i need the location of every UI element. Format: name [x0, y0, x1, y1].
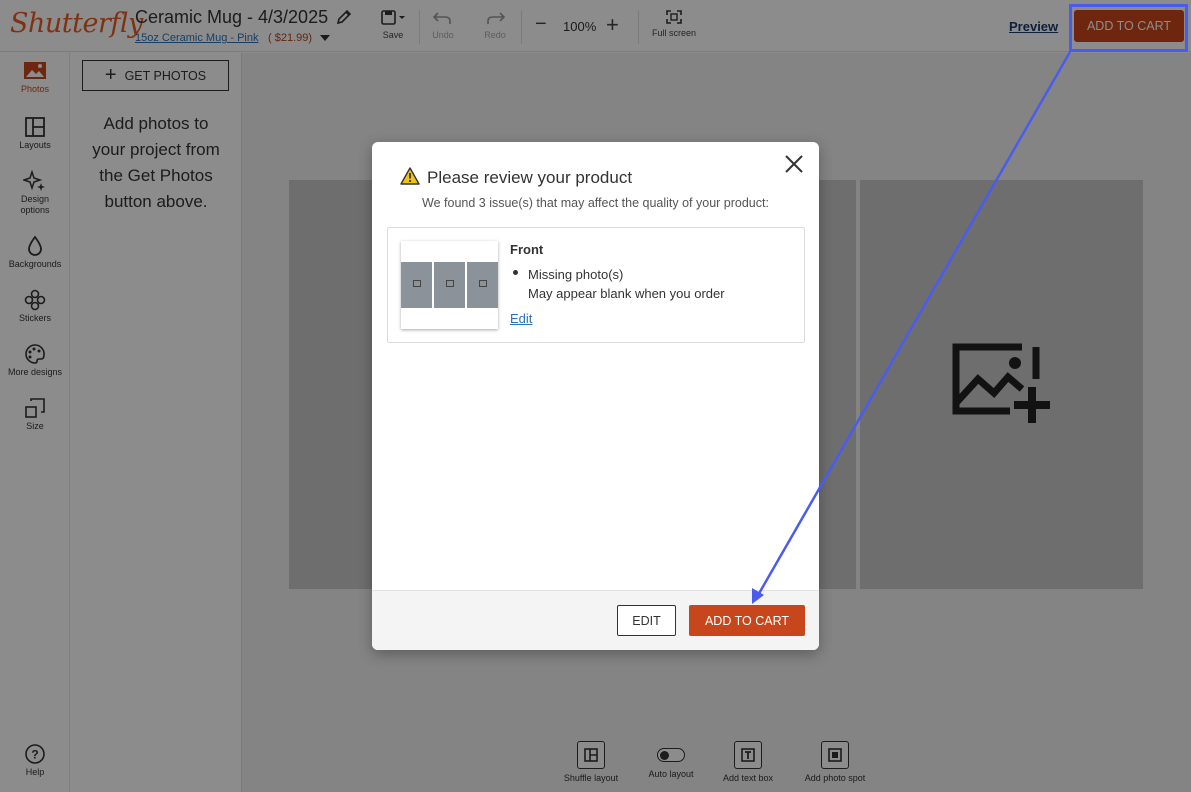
annotation-arrow: [752, 51, 1072, 604]
